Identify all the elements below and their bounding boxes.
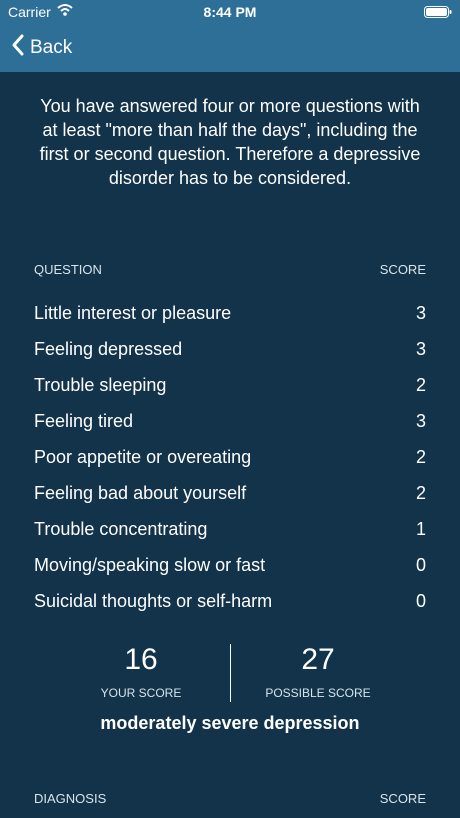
status-time: 8:44 PM bbox=[203, 4, 257, 20]
diagnosis-table-header: DIAGNOSIS SCORE bbox=[34, 791, 426, 806]
score-column-header: SCORE bbox=[379, 262, 426, 277]
question-row: Moving/speaking slow or fast 0 bbox=[34, 549, 426, 585]
your-score-label: YOUR SCORE bbox=[100, 686, 182, 700]
question-row: Little interest or pleasure 3 bbox=[34, 297, 426, 333]
question-score: 3 bbox=[415, 411, 426, 431]
question-label: Feeling depressed bbox=[34, 339, 183, 359]
question-score: 2 bbox=[415, 483, 426, 503]
possible-score-value: 27 bbox=[301, 643, 335, 676]
question-score: 3 bbox=[415, 339, 426, 359]
question-list: Little interest or pleasure 3 Feeling de… bbox=[34, 297, 426, 621]
question-row: Feeling depressed 3 bbox=[34, 333, 426, 369]
your-score: 16 YOUR SCORE bbox=[41, 642, 241, 700]
question-label: Moving/speaking slow or fast bbox=[34, 555, 266, 575]
diagnosis-score-column-header: SCORE bbox=[379, 791, 426, 806]
question-score: 1 bbox=[415, 519, 426, 539]
question-row: Poor appetite or overeating 2 bbox=[34, 441, 426, 477]
result-explanation: You have answered four or more questions… bbox=[39, 96, 421, 188]
question-row: Suicidal thoughts or self-harm 0 bbox=[34, 585, 426, 621]
question-table-header: QUESTION SCORE bbox=[34, 262, 426, 277]
question-label: Trouble concentrating bbox=[34, 519, 208, 539]
score-summary: 16 YOUR SCORE 27 POSSIBLE SCORE bbox=[0, 642, 460, 702]
navigation-bar: Carrier 8:44 PM Back bbox=[0, 0, 460, 72]
diagnosis-column-header: DIAGNOSIS bbox=[34, 791, 107, 806]
your-score-value: 16 bbox=[124, 643, 158, 676]
question-row: Feeling bad about yourself 2 bbox=[34, 477, 426, 513]
back-label: Back bbox=[30, 37, 73, 58]
question-label: Trouble sleeping bbox=[34, 375, 167, 395]
question-row: Trouble concentrating 1 bbox=[34, 513, 426, 549]
question-score: 2 bbox=[415, 447, 426, 467]
battery-icon bbox=[424, 5, 452, 18]
question-score: 2 bbox=[415, 375, 426, 395]
question-label: Little interest or pleasure bbox=[34, 303, 232, 323]
question-column-header: QUESTION bbox=[34, 262, 102, 277]
question-score: 0 bbox=[415, 555, 426, 575]
possible-score: 27 POSSIBLE SCORE bbox=[218, 642, 418, 700]
status-bar: Carrier 8:44 PM bbox=[0, 0, 460, 24]
severity-result: moderately severe depression bbox=[100, 713, 360, 733]
question-label: Feeling bad about yourself bbox=[34, 483, 247, 503]
question-label: Feeling tired bbox=[34, 411, 134, 431]
back-button[interactable]: Back bbox=[12, 34, 73, 62]
chevron-left-icon bbox=[12, 34, 24, 62]
question-label: Suicidal thoughts or self-harm bbox=[34, 591, 273, 611]
possible-score-label: POSSIBLE SCORE bbox=[265, 686, 371, 700]
question-label: Poor appetite or overeating bbox=[34, 447, 252, 467]
question-row: Feeling tired 3 bbox=[34, 405, 426, 441]
question-score: 0 bbox=[415, 591, 426, 611]
question-row: Trouble sleeping 2 bbox=[34, 369, 426, 405]
question-score: 3 bbox=[415, 303, 426, 323]
